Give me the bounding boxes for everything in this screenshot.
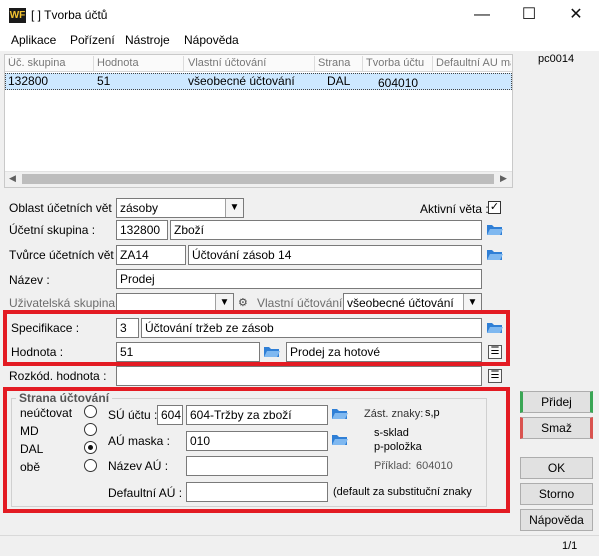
radio-obe[interactable] <box>84 459 97 472</box>
grid-cell: DAL <box>327 74 351 88</box>
folder-open-icon[interactable] <box>331 406 349 421</box>
grid-col-header[interactable]: Úč. skupina <box>8 57 90 69</box>
nazev-au-input[interactable] <box>186 456 328 476</box>
user-code: pc0014 <box>538 53 575 65</box>
grid-col-header[interactable]: Hodnota <box>97 57 181 69</box>
maximize-button[interactable]: ☐ <box>506 0 552 31</box>
grid-col-separator <box>362 56 363 71</box>
zast-label: Zást. znaky: <box>364 408 424 420</box>
vlastni-label: Vlastní účtování : <box>257 296 350 310</box>
nazev-input[interactable]: Prodej <box>116 269 482 289</box>
napoveda-button[interactable]: Nápověda <box>520 509 593 531</box>
tvurce-code-input[interactable]: ZA14 <box>116 245 186 265</box>
grid-col-separator <box>314 56 315 71</box>
oblast-label: Oblast účetních vět : <box>9 201 119 215</box>
status-bar <box>0 535 599 556</box>
chevron-down-icon[interactable]: ▼ <box>225 199 243 217</box>
rozkod-input[interactable] <box>116 366 482 386</box>
su-name-input[interactable]: 604-Tržby za zboží <box>186 405 328 425</box>
folder-open-icon[interactable] <box>263 344 281 359</box>
radio-dal[interactable] <box>84 441 97 454</box>
hodnota-name-input[interactable]: Prodej za hotové <box>286 342 482 362</box>
tvurce-label: Tvůrce účetních vět : <box>9 248 121 262</box>
grid-cell: všeobecné účtování <box>188 74 295 88</box>
default-au-input[interactable] <box>186 482 328 502</box>
storno-button[interactable]: Storno <box>520 483 593 505</box>
radio-neuctovat[interactable] <box>84 405 97 418</box>
legend-sklad: s-sklad <box>374 427 409 439</box>
nazev-label: Název : <box>9 273 50 287</box>
folder-open-icon[interactable] <box>331 432 349 447</box>
radio-label-neuctovat: neúčtovat <box>20 406 73 420</box>
grid-col-separator <box>93 56 94 71</box>
aktivni-checkbox[interactable]: ✓ <box>488 201 501 214</box>
minimize-button[interactable]: — <box>459 0 505 31</box>
grid-cell: 604010 <box>378 76 419 90</box>
radio-md[interactable] <box>84 423 97 436</box>
au-mask-input[interactable]: 010 <box>186 431 328 451</box>
folder-open-icon[interactable] <box>486 247 504 262</box>
hodnota-label: Hodnota : <box>11 345 64 359</box>
grid-col-header[interactable]: Defaultní AU ma <box>436 57 511 69</box>
close-button[interactable]: ✕ <box>553 0 599 31</box>
default-au-label: Defaultní AÚ : <box>108 486 183 500</box>
zast-value: s,p <box>425 407 440 419</box>
tvurce-name-input[interactable]: Účtování zásob 14 <box>188 245 482 265</box>
grid-col-header[interactable]: Tvorba účtu <box>366 57 430 69</box>
spec-label: Specifikace : <box>11 321 80 335</box>
au-label: AÚ maska : <box>108 434 171 448</box>
su-code-input[interactable]: 604 <box>157 405 183 425</box>
folder-open-icon[interactable] <box>486 320 504 335</box>
skupina-name-input[interactable]: Zboží <box>170 220 482 240</box>
menu-aplikace[interactable]: Aplikace <box>11 33 56 47</box>
grid-col-header[interactable]: Vlastní účtování <box>188 57 312 69</box>
pridej-button[interactable]: Přidej <box>520 391 593 413</box>
legend-polozka: p-položka <box>374 441 422 453</box>
window-title: [ ] Tvorba účtů <box>31 8 108 22</box>
menu-lines-icon[interactable]: ☰ <box>488 369 502 383</box>
oblast-value: zásoby <box>120 201 159 215</box>
uziv-label: Uživatelská skupina : <box>9 296 122 310</box>
menu-porizeni[interactable]: Pořízení <box>70 33 115 47</box>
skupina-label: Účetní skupina : <box>9 223 96 237</box>
grid-col-separator <box>432 56 433 71</box>
menu-lines-icon[interactable]: ☰ <box>488 345 502 359</box>
menu-nastroje[interactable]: Nástroje <box>125 33 170 47</box>
priklad-value: 604010 <box>416 460 453 472</box>
aktivni-label: Aktivní věta : <box>420 202 489 216</box>
nazev-au-label: Název AÚ : <box>108 459 169 473</box>
scrollbar-thumb[interactable] <box>22 174 494 184</box>
grid-cell: 51 <box>97 74 111 88</box>
grid-col-header[interactable]: Strana <box>318 57 360 69</box>
ok-button[interactable]: OK <box>520 457 593 479</box>
scroll-right-icon[interactable]: ▶ <box>500 173 507 184</box>
folder-open-icon[interactable] <box>486 222 504 237</box>
grid-col-separator <box>183 56 184 71</box>
su-label: SÚ účtu : <box>108 408 158 422</box>
skupina-code-input[interactable]: 132800 <box>116 220 168 240</box>
radio-label-dal: DAL <box>20 442 44 456</box>
spec-name-input[interactable]: Účtování tržeb ze zásob <box>141 318 482 338</box>
settings-icon[interactable]: ⚙ <box>238 296 248 309</box>
radio-label-obe: obě <box>20 460 41 474</box>
rozkod-label: Rozkód. hodnota : <box>9 369 107 383</box>
radio-label-md: MD <box>20 424 39 438</box>
app-logo-icon: WF <box>9 8 26 23</box>
scroll-left-icon[interactable]: ◀ <box>9 173 16 184</box>
vlastni-value: všeobecné účtování <box>347 296 454 310</box>
grid-cell: 132800 <box>8 74 49 88</box>
page-indicator: 1/1 <box>562 540 578 552</box>
hodnota-input[interactable]: 51 <box>116 342 260 362</box>
menu-napoveda[interactable]: Nápověda <box>184 33 239 47</box>
strana-title: Strana účtování <box>16 391 113 405</box>
spec-code-input[interactable]: 3 <box>116 318 139 338</box>
priklad-label: Příklad: <box>374 460 412 472</box>
default-note: (default za substituční znaky <box>333 486 472 498</box>
smaz-button[interactable]: Smaž <box>520 417 593 439</box>
